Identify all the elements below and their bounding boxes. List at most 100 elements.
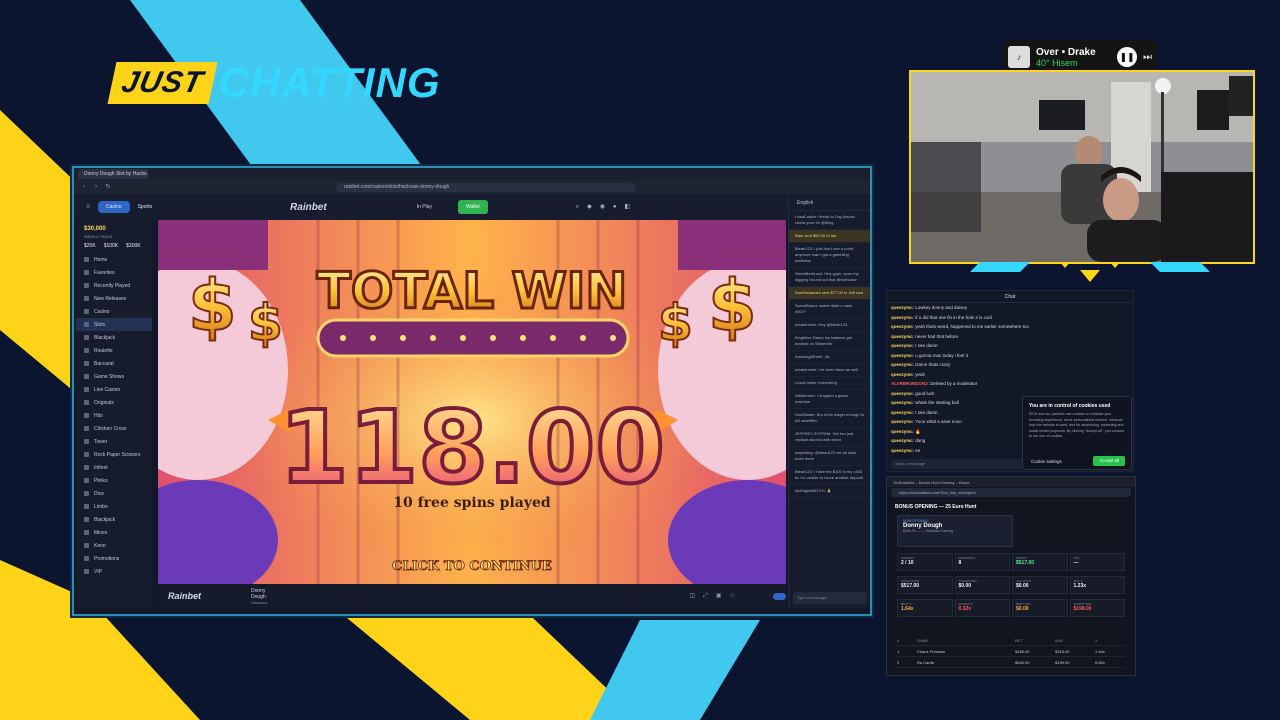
click-to-continue[interactable]: CLICK TO CONTINUE <box>392 559 553 575</box>
chat-username[interactable]: queezymc <box>891 419 913 424</box>
sidebar-item[interactable]: Infinet <box>76 461 152 474</box>
table-header: # <box>897 637 900 643</box>
chat-username[interactable]: queezymc <box>891 429 913 434</box>
sidebar-item[interactable]: Hilo <box>76 409 152 422</box>
chat-text: 🔥 <box>915 428 921 434</box>
sidebar-item[interactable]: Keno <box>76 539 152 552</box>
pause-icon[interactable]: ❚❚ <box>1117 47 1137 67</box>
sidebar-item[interactable]: Plinko <box>76 474 152 487</box>
cookie-body: KICK and our partners use cookies to enh… <box>1029 412 1125 438</box>
next-track-icon[interactable]: ⏭ <box>1143 52 1152 63</box>
table-row[interactable]: 1 Chaos Princess $185.00 $318.00 1.64x <box>897 646 1125 657</box>
chat-username[interactable]: queezymc <box>891 372 913 377</box>
race-stat: $100K <box>103 243 119 249</box>
chat-username[interactable]: queezymc <box>891 400 913 405</box>
site-logo[interactable]: Rainbet <box>290 202 327 213</box>
bonus-table: # GAME BET WIN X 1 Chaos Princess $185.00 $318.0… <box>897 635 1125 668</box>
stat-value: 1.64x <box>901 606 914 612</box>
sidebar-item[interactable]: Slots <box>76 318 152 331</box>
stat-cell: WORST X 0.32x <box>954 599 1010 617</box>
sidebar-item[interactable]: Rock Paper Scissors <box>76 448 152 461</box>
sidebar-item[interactable]: Dice <box>76 487 152 500</box>
site-chat-input[interactable]: Type a message... <box>793 592 867 604</box>
sidebar-item[interactable]: Recently Played <box>76 279 152 292</box>
chat-username[interactable]: queezymc <box>891 343 913 348</box>
header-icons[interactable]: ⌕◆◉●◧ <box>576 203 639 211</box>
chat-username[interactable]: queezymc <box>891 448 913 453</box>
chat-username[interactable]: queezymc <box>891 410 913 415</box>
chat-username[interactable]: ALVRBR4NDON3 <box>891 381 928 386</box>
free-spins-text: 10 free spins played <box>393 495 551 511</box>
site-chat-message: DuelNickames sent $77.00 to Jeff cool <box>789 287 870 300</box>
sidebar-item[interactable]: Blackjack <box>76 513 152 526</box>
forward-icon[interactable]: › <box>92 183 100 191</box>
stat-value: $517.00 <box>901 583 920 589</box>
sidebar-item[interactable]: Baccarat <box>76 357 152 370</box>
sidebar-item[interactable]: Chicken Cross <box>76 422 152 435</box>
sidebar-menu: Home Favorites Recently Played New Releases… <box>76 253 152 578</box>
sidebar-item[interactable]: Roulette <box>76 344 152 357</box>
stats-row: OPENED 2 / 10 REMAINING 8 PROFIT $517.00 AVG — <box>897 553 1125 571</box>
real-mode-toggle[interactable] <box>772 592 786 600</box>
sidebar-item[interactable]: Promotions <box>76 552 152 565</box>
chat-language[interactable]: English <box>789 196 870 211</box>
sidebar-item[interactable]: Mines <box>76 526 152 539</box>
menu-icon[interactable]: ≡ <box>84 203 92 211</box>
table-cell: $185.00 <box>1015 648 1030 654</box>
sidebar-item[interactable]: New Releases <box>76 292 152 305</box>
sidebar-item[interactable]: Casino <box>76 305 152 318</box>
table-cell: $318.00 <box>1055 648 1070 654</box>
accept-all-button[interactable]: Accept all <box>1093 456 1125 466</box>
sidebar-item[interactable]: Home <box>76 253 152 266</box>
chat-username[interactable]: queezymc <box>891 353 913 358</box>
chat-header: Chat <box>887 291 1133 303</box>
footer-controls[interactable]: ◫⤢▣☆ <box>689 592 743 600</box>
win-amount: 118.00 <box>279 389 665 506</box>
tracker-url[interactable]: https://slotdatabot.com/Tool_link_overla… <box>891 488 1131 497</box>
game-scene: $ $ $ $ TOTAL WIN 118.00 10 free spins p… <box>158 220 786 584</box>
sidebar-item[interactable]: Originals <box>76 396 152 409</box>
title-just: JUST <box>107 62 218 104</box>
stat-value: 8 <box>958 560 962 566</box>
cookie-settings-button[interactable]: Cookie settings <box>1031 459 1062 464</box>
reload-icon[interactable]: ↻ <box>104 183 112 191</box>
chat-line: queezymc: I see damn <box>887 341 1133 351</box>
chat-username[interactable]: queezymc <box>891 438 913 443</box>
sidebar-item[interactable]: Tower <box>76 435 152 448</box>
table-cell: Chaos Princess <box>917 648 946 654</box>
back-icon[interactable]: ‹ <box>80 183 88 191</box>
stat-value: $0.00 <box>1016 583 1029 589</box>
chat-username[interactable]: queezymc <box>891 324 913 329</box>
game-canvas[interactable]: $ $ $ $ TOTAL WIN 118.00 10 free spins p… <box>158 220 786 584</box>
sports-tab[interactable]: Sports <box>130 201 160 213</box>
tracker-title: BONUS OPENING — 25 Euro Hunt <box>895 504 977 510</box>
sidebar-item[interactable]: Game Shows <box>76 370 152 383</box>
chat-username[interactable]: queezymc <box>891 334 913 339</box>
browser-tab[interactable]: Donny Dough Slot by Hacks... <box>78 169 148 179</box>
chat-username[interactable]: queezymc <box>891 391 913 396</box>
site-chat-message: SweetBoard: sweet didnt u cash 400?? <box>789 300 870 319</box>
wallet-button[interactable]: Wallet <box>458 200 488 214</box>
sidebar-item[interactable]: VIP <box>76 565 152 578</box>
in-play-label[interactable]: In Play <box>417 204 432 210</box>
table-header: BET <box>1015 637 1023 643</box>
chat-send-input[interactable]: Send a message <box>891 459 1031 469</box>
sidebar-item[interactable]: Favorites <box>76 266 152 279</box>
chat-text: yeah thats weird, happened to me earlier… <box>915 324 1029 329</box>
sidebar-item[interactable]: Limbo <box>76 500 152 513</box>
stat-cell: WORST WIN $198.00 <box>1069 599 1125 617</box>
sidebar-item[interactable]: Live Casino <box>76 383 152 396</box>
site-chat-message: AmazingWheel: .dk <box>789 351 870 364</box>
url-field[interactable]: rainbet.com/casino/slots/hacksaw-donny-d… <box>336 182 636 192</box>
chat-username[interactable]: queezymc <box>891 305 913 310</box>
cookie-banner: You are in control of cookies used KICK … <box>1022 396 1132 470</box>
chat-username[interactable]: queezymc <box>891 362 913 367</box>
casino-tab[interactable]: Casino <box>98 201 130 213</box>
site-chat-message: JEFFREY-SYSTEM: Yeh bro just replace alc… <box>789 428 870 447</box>
race-balance: $30,000 <box>84 226 106 232</box>
chat-username[interactable]: queezymc <box>891 315 913 320</box>
sidebar-item[interactable]: Blackjack <box>76 331 152 344</box>
table-header: X <box>1095 637 1098 643</box>
table-row[interactable]: 2 Ra Cards $349.00 $199.00 0.62x <box>897 657 1125 668</box>
svg-text:$: $ <box>708 265 757 347</box>
